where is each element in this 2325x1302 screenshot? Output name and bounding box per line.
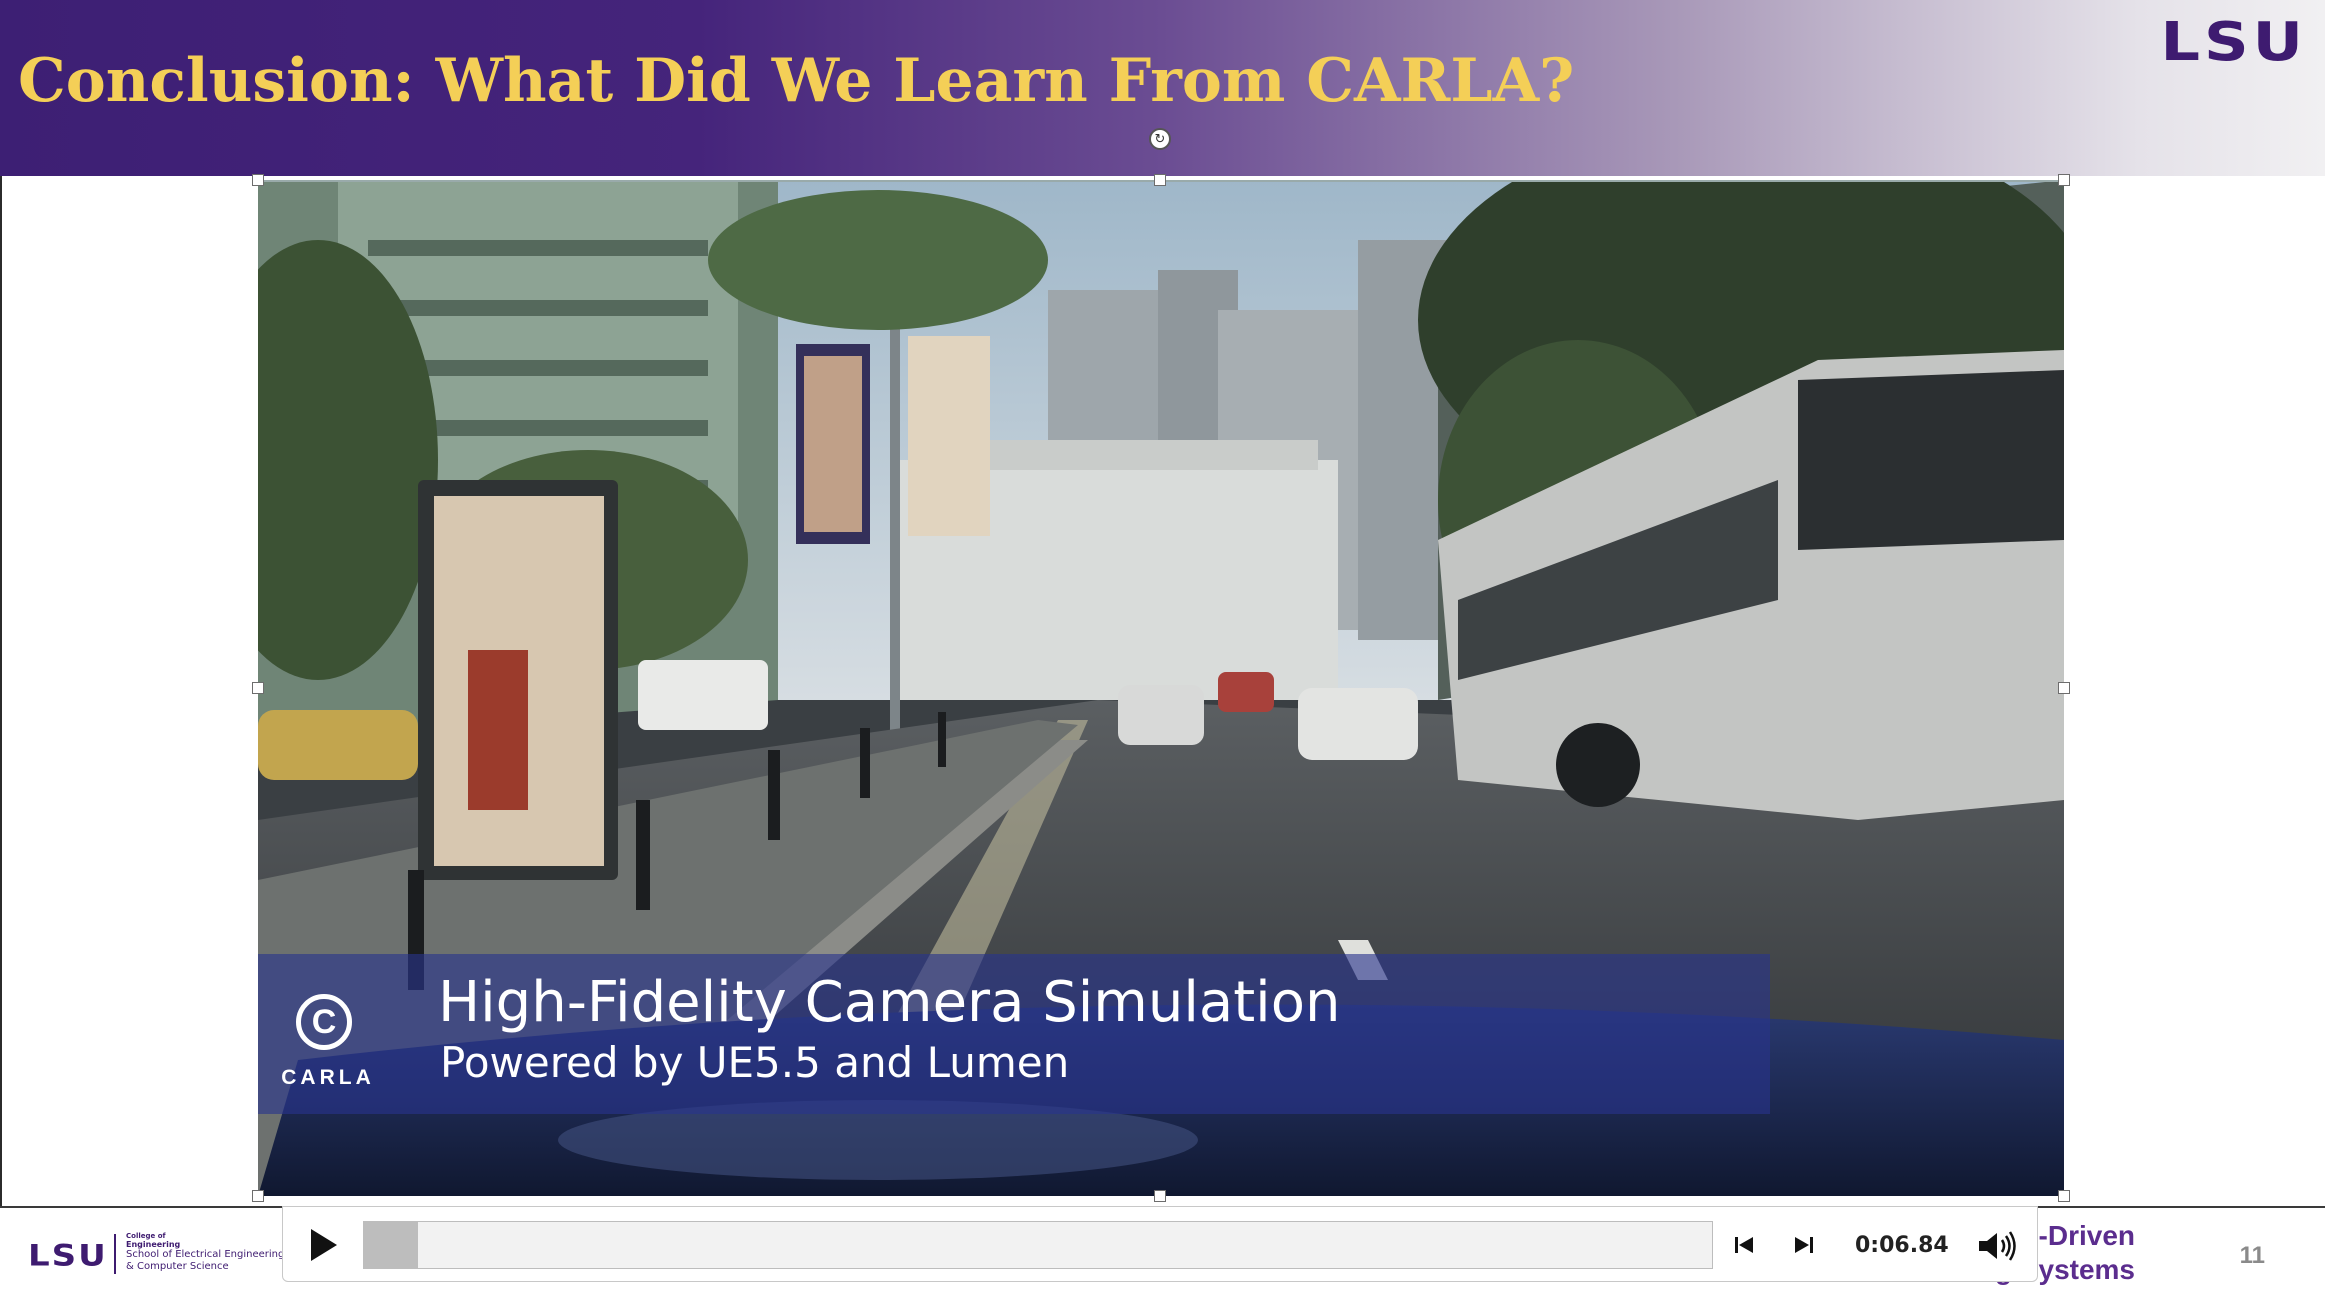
footer-logo-separator — [114, 1234, 116, 1274]
step-back-icon — [1735, 1237, 1753, 1253]
resize-handle-middle-right[interactable] — [2058, 682, 2070, 694]
resize-handle-middle-left[interactable] — [252, 682, 264, 694]
college-name: Engineering — [126, 1240, 181, 1249]
step-forward-button[interactable] — [1789, 1231, 1817, 1259]
resize-handle-top-left[interactable] — [252, 174, 264, 186]
college-of-engineering-label: College of Engineering School of Electri… — [126, 1232, 286, 1273]
media-player-bar: 0:06.84 — [282, 1206, 2038, 1282]
slide-left-edge — [0, 176, 2, 1206]
carla-logo-mark: C — [296, 994, 352, 1050]
volume-button[interactable] — [1975, 1229, 2019, 1263]
video-frame[interactable]: C CARLA High-Fidelity Camera Simulation … — [258, 180, 2064, 1196]
volume-icon — [1979, 1231, 2016, 1261]
slide-title: Conclusion: What Did We Learn From CARLA… — [18, 46, 1575, 116]
carla-logo: C CARLA — [276, 980, 376, 1090]
rotate-handle-icon[interactable]: ↻ — [1149, 128, 1171, 150]
school-line-2: & Computer Science — [126, 1261, 229, 1272]
video-caption-title: High-Fidelity Camera Simulation — [438, 970, 1341, 1035]
resize-handle-top-center[interactable] — [1154, 174, 1166, 186]
slide: Conclusion: What Did We Learn From CARLA… — [0, 0, 2325, 1302]
course-title-line-1: -Driven — [2038, 1220, 2135, 1251]
video-caption-subtitle: Powered by UE5.5 and Lumen — [440, 1038, 1070, 1087]
play-button[interactable] — [303, 1225, 343, 1265]
school-line-1: School of Electrical Engineering — [126, 1249, 285, 1260]
play-icon — [311, 1229, 337, 1261]
current-time: 0:06.84 — [1855, 1233, 1949, 1258]
step-forward-icon — [1795, 1237, 1813, 1253]
progress-fill — [364, 1222, 418, 1268]
lsu-logo-bottom: LSU — [28, 1238, 108, 1274]
carla-logo-word: CARLA — [281, 1066, 375, 1089]
resize-handle-bottom-center[interactable] — [1154, 1190, 1166, 1202]
resize-handle-bottom-left[interactable] — [252, 1190, 264, 1202]
college-small-label: College of — [126, 1232, 166, 1240]
step-back-button[interactable] — [1731, 1231, 1759, 1259]
resize-handle-top-right[interactable] — [2058, 174, 2070, 186]
resize-handle-bottom-right[interactable] — [2058, 1190, 2070, 1202]
lsu-logo-top: LSU — [2160, 10, 2307, 73]
progress-bar[interactable] — [363, 1221, 1713, 1269]
page-number: 11 — [2239, 1242, 2265, 1269]
